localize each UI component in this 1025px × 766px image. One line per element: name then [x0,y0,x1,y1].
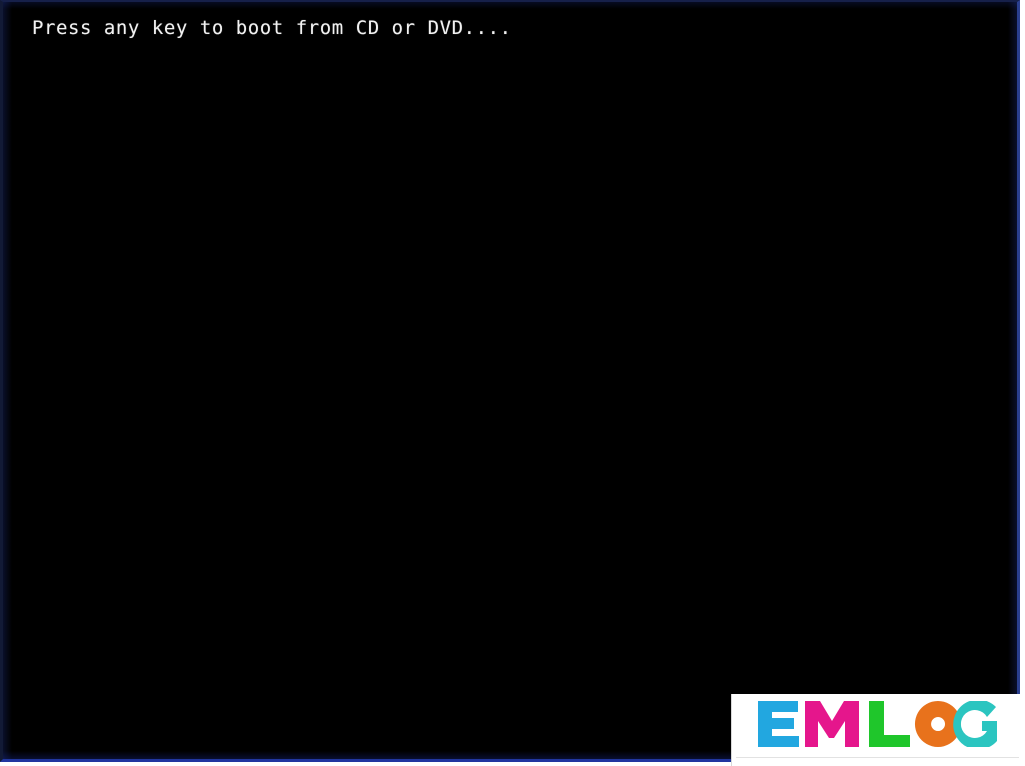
screen-root: Press any key to boot from CD or DVD.... [0,0,1025,766]
logo-letter-m-icon [805,701,859,747]
brand-watermark-panel [731,694,1025,766]
watermark-divider [736,757,1019,758]
logo-letter-l-icon [869,701,910,747]
emlog-logo [758,701,998,747]
emlog-logo-svg [758,701,997,747]
logo-letter-e-icon [758,701,799,747]
console-glow-overlay [3,2,1017,759]
logo-letter-g-icon [953,701,997,747]
boot-console-window[interactable]: Press any key to boot from CD or DVD.... [0,0,1020,762]
boot-prompt-text: Press any key to boot from CD or DVD.... [32,17,512,39]
